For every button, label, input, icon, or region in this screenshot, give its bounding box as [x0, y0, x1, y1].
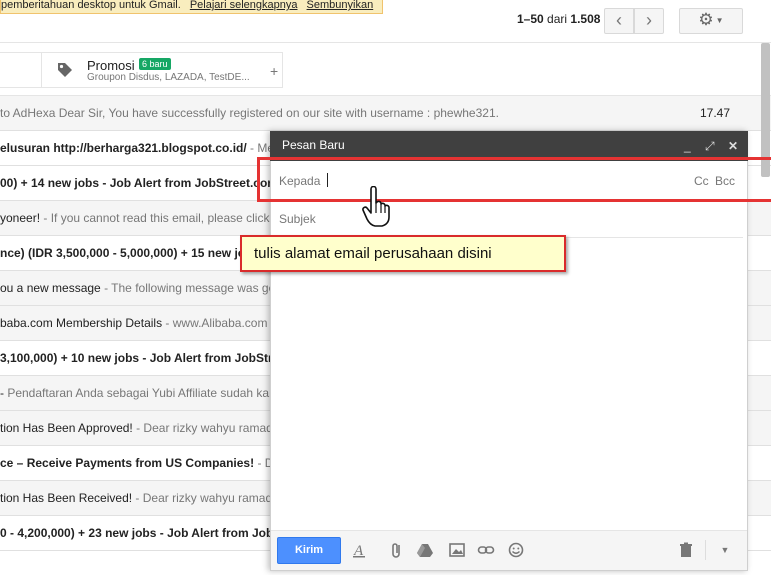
more-options-icon[interactable]: ▼: [716, 541, 734, 559]
annotation-highlight: [257, 157, 771, 202]
email-snippet: Pendaftaran Anda sebagai Yubi Affiliate …: [4, 386, 289, 400]
tab-promosi-senders: Groupon Disdus, LAZADA, TestDE...: [87, 72, 250, 83]
gear-icon: ⚙: [698, 10, 714, 29]
pagination-range: 1–50: [517, 12, 544, 26]
compose-title: Pesan Baru: [282, 138, 345, 152]
email-subject: ou a new message: [0, 281, 101, 295]
chevron-right-icon: ›: [646, 10, 652, 30]
pagination-count: 1–50 dari 1.508: [517, 12, 600, 26]
subject-field[interactable]: Subjek: [279, 212, 316, 226]
emoji-icon[interactable]: [507, 541, 525, 559]
older-page-button[interactable]: ›: [634, 8, 664, 34]
drive-icon[interactable]: [416, 541, 434, 559]
notice-text: pemberitahuan desktop untuk Gmail.: [1, 0, 181, 11]
learn-more-link[interactable]: Pelajari selengkapnya: [190, 0, 298, 11]
message-body[interactable]: [272, 239, 746, 529]
new-count-badge: 6 baru: [139, 58, 171, 70]
email-subject: nce) (IDR 3,500,000 - 5,000,000) + 15 ne…: [0, 246, 260, 260]
email-subject: tion Has Been Received!: [0, 491, 133, 505]
email-time: 17.47: [700, 106, 731, 120]
chevron-left-icon: ‹: [616, 10, 622, 30]
photo-icon[interactable]: [448, 541, 466, 559]
desktop-notification-banner: pemberitahuan desktop untuk Gmail. Pelaj…: [0, 0, 383, 14]
tab-primary[interactable]: [0, 52, 42, 88]
close-icon[interactable]: ✕: [728, 139, 738, 153]
email-snippet: - Dear rizky wahyu ramadhan: [132, 421, 293, 435]
tab-promosi-title: Promosi: [87, 58, 135, 73]
link-icon[interactable]: [477, 541, 495, 559]
hide-notice-link[interactable]: Sembunyikan: [307, 0, 374, 11]
tag-icon: [58, 63, 72, 77]
email-subject: 00) + 14 new jobs - Job Alert from JobSt…: [0, 176, 278, 190]
email-snippet: to AdHexa Dear Sir, You have successfull…: [0, 106, 499, 120]
newer-page-button[interactable]: ‹: [604, 8, 634, 34]
minimize-icon[interactable]: _: [684, 139, 691, 153]
format-text-icon[interactable]: A: [350, 541, 368, 559]
email-subject: ce – Receive Payments from US Companies!: [0, 456, 255, 470]
email-subject: tion Has Been Approved!: [0, 421, 133, 435]
email-snippet: - If you cannot read this email, please …: [40, 211, 291, 225]
add-tab-button[interactable]: +: [270, 63, 278, 79]
email-row[interactable]: to AdHexa Dear Sir, You have successfull…: [0, 96, 771, 131]
send-button[interactable]: Kirim: [277, 537, 341, 564]
fullscreen-icon[interactable]: ⤢: [705, 139, 715, 153]
pagination-of: dari: [547, 12, 568, 26]
email-snippet: - Dear rizky wahyu ramadhan: [132, 491, 293, 505]
attach-icon[interactable]: [388, 541, 406, 559]
hand-pointer-icon: [362, 186, 390, 227]
email-subject: yoneer!: [0, 211, 41, 225]
settings-button[interactable]: ⚙ ▼: [679, 8, 743, 34]
annotation-callout: tulis alamat email perusahaan disini: [240, 235, 566, 272]
email-subject: elusuran http://berharga321.blogspot.co.…: [0, 141, 247, 155]
divider: [705, 540, 706, 560]
email-subject: 3,100,000) + 10 new jobs - Job Alert fro…: [0, 351, 286, 365]
email-subject: 0 - 4,200,000) + 23 new jobs - Job Alert…: [0, 526, 297, 540]
email-subject: baba.com Membership Details: [0, 316, 163, 330]
pagination-total: 1.508: [570, 12, 601, 26]
caret-down-icon: ▼: [715, 15, 724, 25]
divider: [0, 42, 771, 43]
trash-icon[interactable]: [677, 541, 695, 559]
